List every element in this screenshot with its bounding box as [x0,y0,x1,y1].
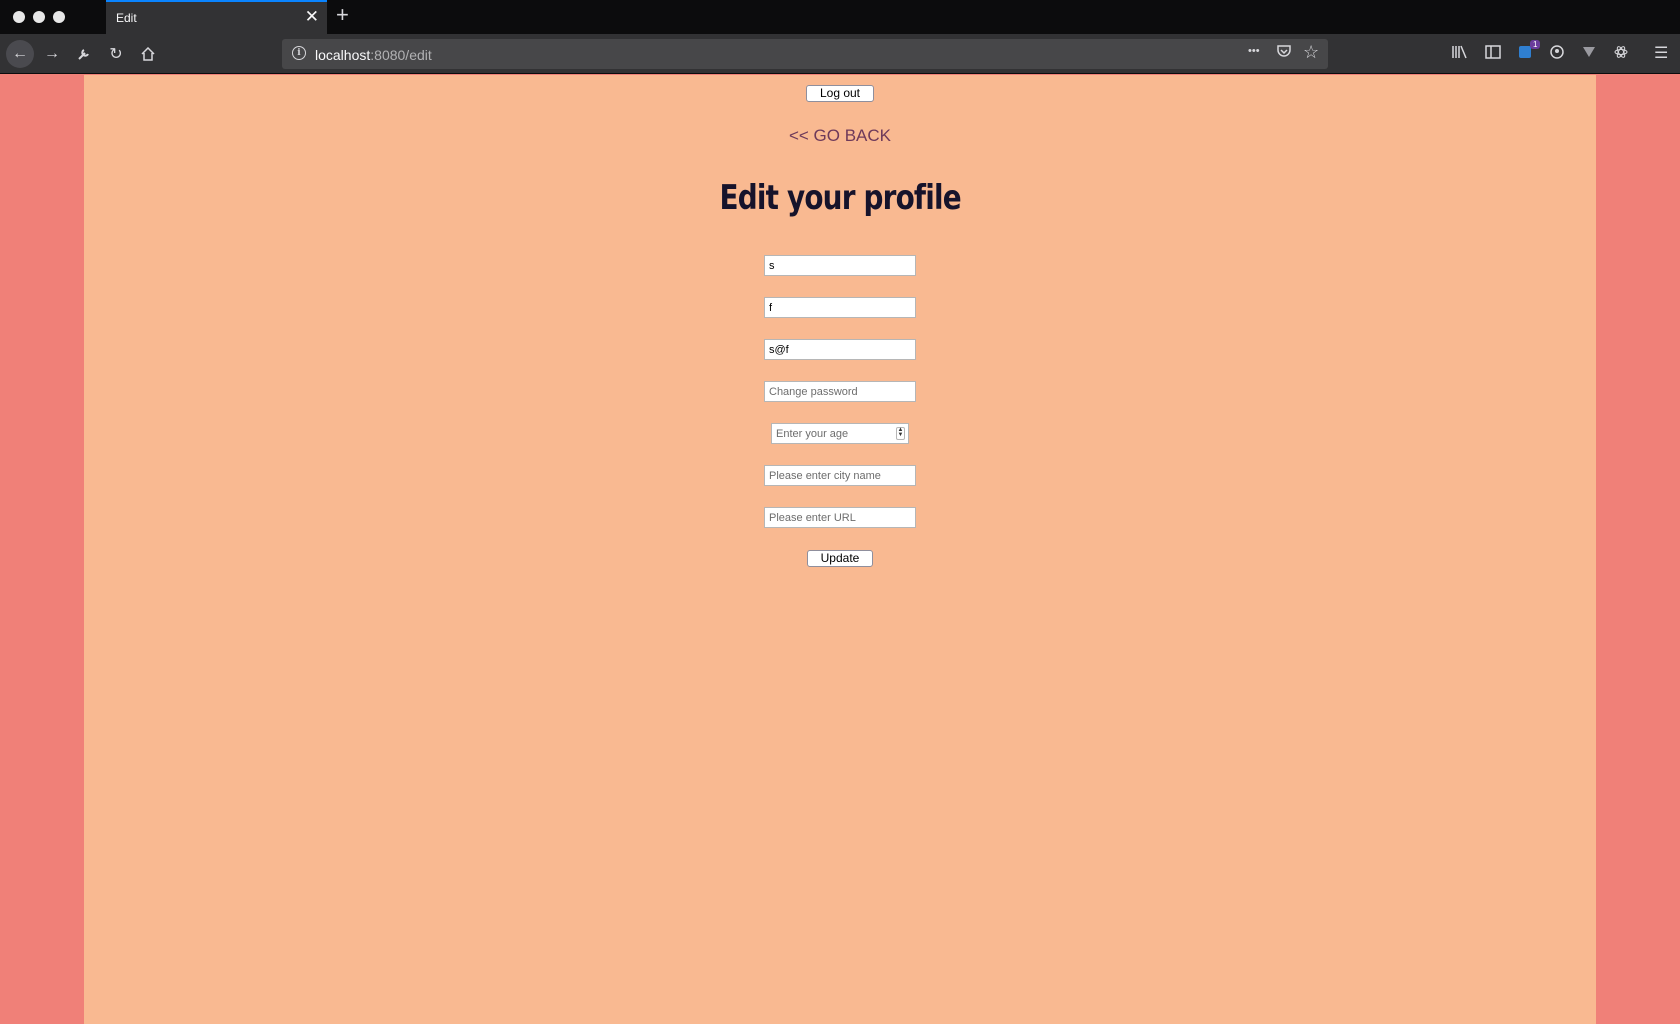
age-field[interactable] [772,424,890,443]
email-row [84,339,1596,360]
vue-devtools-icon[interactable] [1582,45,1596,63]
email-field[interactable] [764,339,916,360]
react-devtools-icon[interactable] [1614,45,1628,63]
url-path: :8080/edit [370,47,432,63]
url-row [84,507,1596,528]
library-icon[interactable] [1452,45,1468,63]
info-icon[interactable]: i [292,46,306,60]
tab-close-icon[interactable]: ✕ [305,8,319,25]
logout-button[interactable]: Log out [806,84,874,102]
tab-title: Edit [116,11,137,25]
url-field[interactable] [764,507,916,528]
password-row [84,381,1596,402]
account-icon[interactable] [1550,45,1564,63]
go-back-link[interactable]: << GO BACK [789,126,891,145]
pocket-icon[interactable] [1277,44,1291,62]
hamburger-menu-icon[interactable]: ☰ [1654,43,1668,63]
bookmark-star-icon[interactable]: ☆ [1303,42,1319,63]
new-tab-icon[interactable]: + [336,4,349,26]
forward-arrow-icon[interactable]: → [38,40,66,68]
browser-toolbar: ← → ↻ i localhost:8080/edit ••• ☆ 1 ☰ [0,34,1680,74]
url-host: localhost [315,47,371,63]
city-field[interactable] [764,465,916,486]
age-row: ▲▼ [84,423,1596,449]
window-zoom-dot[interactable] [53,11,65,23]
update-row: Update [84,549,1596,567]
update-button[interactable]: Update [807,549,873,567]
more-actions-icon[interactable]: ••• [1248,45,1260,57]
last-name-field[interactable] [764,297,916,318]
heading-row: Edit your profile [84,178,1596,218]
reload-icon[interactable]: ↻ [102,40,130,68]
last-name-row [84,297,1596,318]
go-back-row: << GO BACK [84,126,1596,146]
logout-row: Log out [84,84,1596,102]
spinner-arrows-icon[interactable]: ▲ ▼ [896,427,905,440]
page-title: Edit your profile [719,178,961,218]
city-row [84,465,1596,486]
browser-titlebar: Edit ✕ + [0,0,1680,34]
password-field[interactable] [764,381,916,402]
first-name-field[interactable] [764,255,916,276]
first-name-row [84,255,1596,276]
sidebar-icon[interactable] [1485,45,1501,63]
tab-edit[interactable]: Edit ✕ [106,0,327,34]
wrench-icon[interactable] [70,40,98,68]
url-text: localhost:8080/edit [315,47,432,63]
window-minimize-dot[interactable] [33,11,45,23]
back-arrow-icon[interactable]: ← [6,40,34,68]
window-close-dot[interactable] [13,11,25,23]
main-content: Log out << GO BACK Edit your profile ▲▼ … [84,75,1596,1024]
home-icon[interactable] [134,40,162,68]
extension-badge: 1 [1530,40,1541,49]
age-stepper[interactable]: ▲▼ [771,423,909,444]
address-bar[interactable]: i localhost:8080/edit ••• ☆ [282,39,1328,69]
